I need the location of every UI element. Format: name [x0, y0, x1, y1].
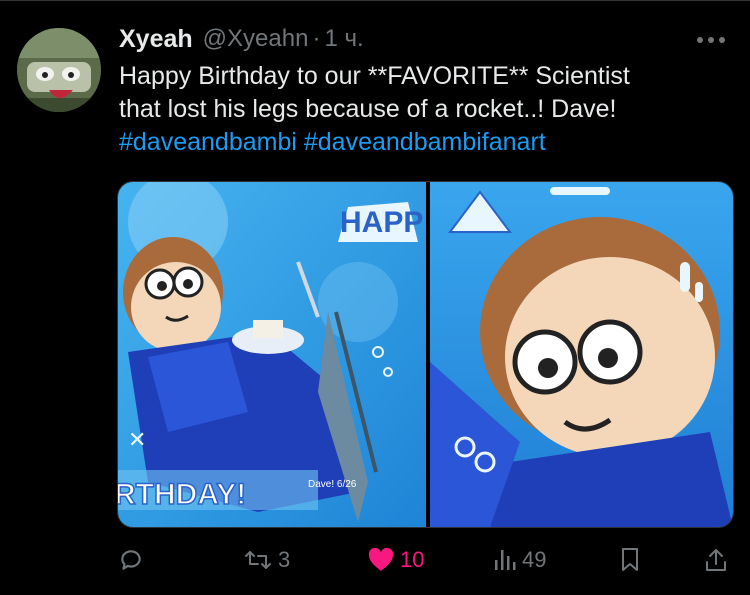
svg-text:✕: ✕ — [128, 428, 146, 453]
like-button[interactable]: 10 — [368, 540, 424, 580]
media-image-2[interactable] — [430, 182, 733, 527]
reply-button[interactable] — [118, 540, 150, 580]
top-divider — [0, 0, 750, 1]
media-image-1[interactable]: HAPP RTHDAY! Dave! 6/26 ✕ — [118, 182, 426, 527]
share-icon — [704, 547, 728, 573]
retweet-icon — [244, 547, 272, 573]
bookmark-icon — [620, 547, 640, 573]
banner-birthday-text: RTHDAY! — [118, 478, 246, 511]
banner-happy-text: HAPP — [340, 206, 423, 239]
bookmark-button[interactable] — [620, 540, 640, 580]
hashtag-daveandbambifanart[interactable]: #daveandbambifanart — [304, 128, 546, 156]
author-name[interactable]: Xyeah — [119, 25, 193, 54]
action-bar: 3 10 49 — [0, 540, 750, 580]
tweet-text: Happy Birthday to our **FAVORITE** Scien… — [119, 60, 739, 159]
avatar-image — [17, 28, 101, 112]
retweet-count: 3 — [278, 547, 291, 572]
more-options-icon[interactable] — [693, 28, 729, 52]
retweet-button[interactable]: 3 — [244, 540, 290, 580]
signature-text: Dave! 6/26 — [308, 479, 357, 490]
like-count: 10 — [400, 547, 425, 572]
hashtag-line: #daveandbambi #daveandbambifanart — [119, 126, 739, 159]
views-count: 49 — [522, 547, 547, 572]
heart-icon — [368, 548, 394, 572]
separator-dot: · — [312, 25, 321, 52]
author-handle[interactable]: @Xyeahn — [203, 25, 309, 53]
views-button[interactable]: 49 — [494, 540, 546, 580]
tweet-text-line-2: that lost his legs because of a rocket..… — [119, 95, 617, 123]
tweet-header: Xyeah @Xyeahn · 1 ч. — [119, 24, 364, 54]
share-button[interactable] — [704, 540, 728, 580]
tweet-text-line-1: Happy Birthday to our **FAVORITE** Scien… — [119, 62, 630, 90]
avatar[interactable] — [17, 28, 101, 112]
timestamp[interactable]: 1 ч. — [324, 25, 363, 53]
reply-icon — [118, 547, 144, 573]
hashtag-daveandbambi[interactable]: #daveandbambi — [119, 128, 297, 156]
views-icon — [494, 548, 516, 572]
media-grid: HAPP RTHDAY! Dave! 6/26 ✕ — [117, 181, 734, 528]
